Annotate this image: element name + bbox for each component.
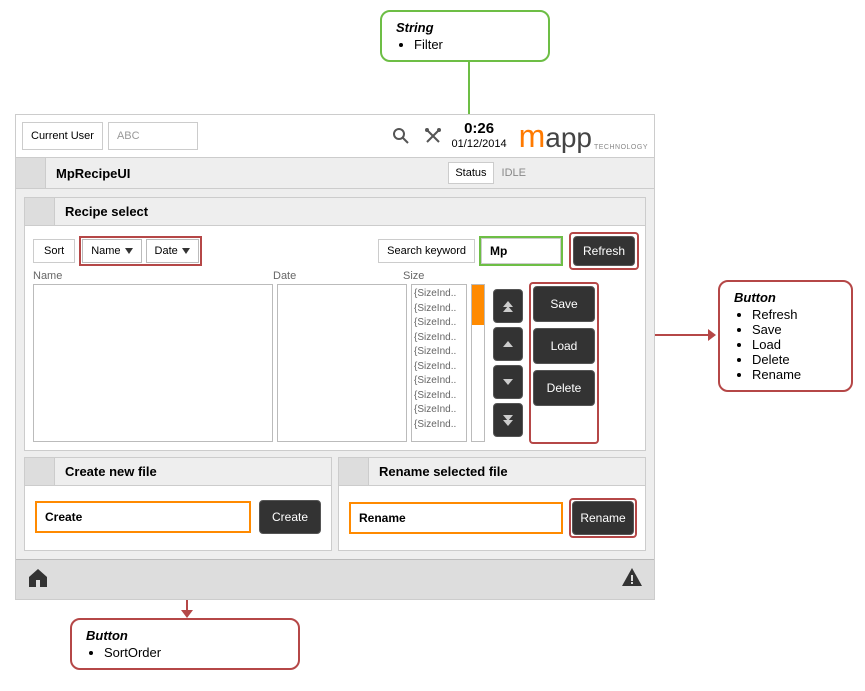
rename-button[interactable]: Rename (572, 501, 634, 535)
callout-title: Button (86, 628, 284, 643)
callout-item: Refresh (752, 307, 837, 322)
controls-row: Sort Name Date Search keyword Refresh (25, 226, 645, 276)
col-date: Date (273, 270, 403, 282)
home-icon[interactable] (26, 566, 50, 593)
alert-icon[interactable] (620, 566, 644, 593)
logo-m: m (519, 118, 546, 155)
callout-item: Save (752, 322, 837, 337)
section-pad (25, 198, 55, 225)
callout-sortorder: Button SortOrder (70, 618, 300, 670)
clock-date: 01/12/2014 (452, 138, 507, 151)
sort-label: Sort (33, 239, 75, 263)
logo-app: app (545, 122, 592, 154)
sort-name-text: Name (91, 245, 120, 257)
callout-string: String Filter (380, 10, 550, 62)
chevron-down-icon (182, 248, 190, 254)
size-item: {SizeInd.. (414, 331, 464, 346)
section-pad (339, 458, 369, 485)
scrollbar[interactable] (471, 284, 485, 442)
logo-tech: TECHNOLOGY (594, 144, 648, 151)
col-size: Size (403, 270, 637, 282)
size-item: {SizeInd.. (414, 418, 464, 433)
create-title: Create new file (55, 458, 167, 485)
arrow-buttons (493, 284, 523, 442)
action-button-group-main: Save Load Delete (531, 284, 597, 442)
subheader-pad (16, 158, 46, 188)
save-button[interactable]: Save (533, 286, 595, 322)
rename-input[interactable] (349, 502, 563, 534)
delete-button[interactable]: Delete (533, 370, 595, 406)
app-window: Current User ABC 0:26 01/12/2014 m app T… (15, 114, 655, 600)
callout-item: Delete (752, 352, 837, 367)
callout-title: String (396, 20, 534, 35)
section-pad (25, 458, 55, 485)
sort-name-dropdown[interactable]: Name (82, 239, 141, 263)
status-value: IDLE (494, 163, 534, 183)
arrowhead (708, 329, 716, 341)
app-header: Current User ABC 0:26 01/12/2014 m app T… (16, 115, 654, 157)
scroll-top-button[interactable] (493, 289, 523, 323)
chevron-down-icon (125, 248, 133, 254)
size-item: {SizeInd.. (414, 287, 464, 302)
clock-time: 0:26 (452, 120, 507, 138)
refresh-button[interactable]: Refresh (573, 236, 635, 266)
sort-date-text: Date (155, 245, 178, 257)
size-item: {SizeInd.. (414, 389, 464, 404)
clock: 0:26 01/12/2014 (452, 120, 507, 151)
section-rename: Rename selected file Rename (338, 457, 646, 551)
callout-item: Rename (752, 367, 837, 382)
callout-item: Load (752, 337, 837, 352)
columns-row: Name Date Size (25, 270, 645, 284)
section-recipe: Recipe select Sort Name Date Search keyw… (24, 197, 646, 451)
create-button[interactable]: Create (259, 500, 321, 534)
current-user-value: ABC (108, 122, 198, 150)
scroll-bottom-button[interactable] (493, 403, 523, 437)
load-button[interactable]: Load (533, 328, 595, 364)
action-button-group: Refresh (571, 234, 637, 268)
create-input[interactable] (35, 501, 251, 533)
logo: m app TECHNOLOGY (519, 118, 648, 155)
callout-item: Filter (414, 37, 534, 52)
footer-bar (16, 559, 654, 599)
current-user-label: Current User (22, 122, 103, 150)
status: Status IDLE (448, 162, 534, 184)
bottom-sections: Create new file Create Rename selected f… (24, 457, 646, 551)
list-date[interactable] (277, 284, 407, 442)
search-input[interactable] (481, 238, 561, 264)
scroll-thumb[interactable] (472, 285, 484, 325)
callout-item: SortOrder (104, 645, 284, 660)
rename-title: Rename selected file (369, 458, 518, 485)
size-item: {SizeInd.. (414, 345, 464, 360)
size-item: {SizeInd.. (414, 302, 464, 317)
callout-title: Button (734, 290, 837, 305)
list-name[interactable] (33, 284, 273, 442)
page-title: MpRecipeUI (46, 160, 448, 187)
callout-buttons: Button Refresh Save Load Delete Rename (718, 280, 853, 392)
search-icon[interactable] (388, 123, 414, 149)
size-item: {SizeInd.. (414, 316, 464, 331)
status-label: Status (448, 162, 493, 184)
list-size[interactable]: {SizeInd.. {SizeInd.. {SizeInd.. {SizeIn… (411, 284, 467, 442)
search-label: Search keyword (378, 239, 475, 263)
section-header: Recipe select (25, 198, 645, 226)
size-item: {SizeInd.. (414, 360, 464, 375)
tools-icon[interactable] (420, 123, 446, 149)
lists-row: {SizeInd.. {SizeInd.. {SizeInd.. {SizeIn… (25, 284, 645, 450)
size-item: {SizeInd.. (414, 374, 464, 389)
sort-buttons: Name Date (81, 238, 200, 264)
size-item: {SizeInd.. (414, 403, 464, 418)
scroll-up-button[interactable] (493, 327, 523, 361)
arrowhead (181, 610, 193, 618)
sort-date-dropdown[interactable]: Date (146, 239, 199, 263)
subheader: MpRecipeUI Status IDLE (16, 157, 654, 189)
main-area: Recipe select Sort Name Date Search keyw… (16, 189, 654, 559)
scroll-down-button[interactable] (493, 365, 523, 399)
section-title: Recipe select (55, 198, 158, 225)
section-create: Create new file Create (24, 457, 332, 551)
col-name: Name (33, 270, 273, 282)
